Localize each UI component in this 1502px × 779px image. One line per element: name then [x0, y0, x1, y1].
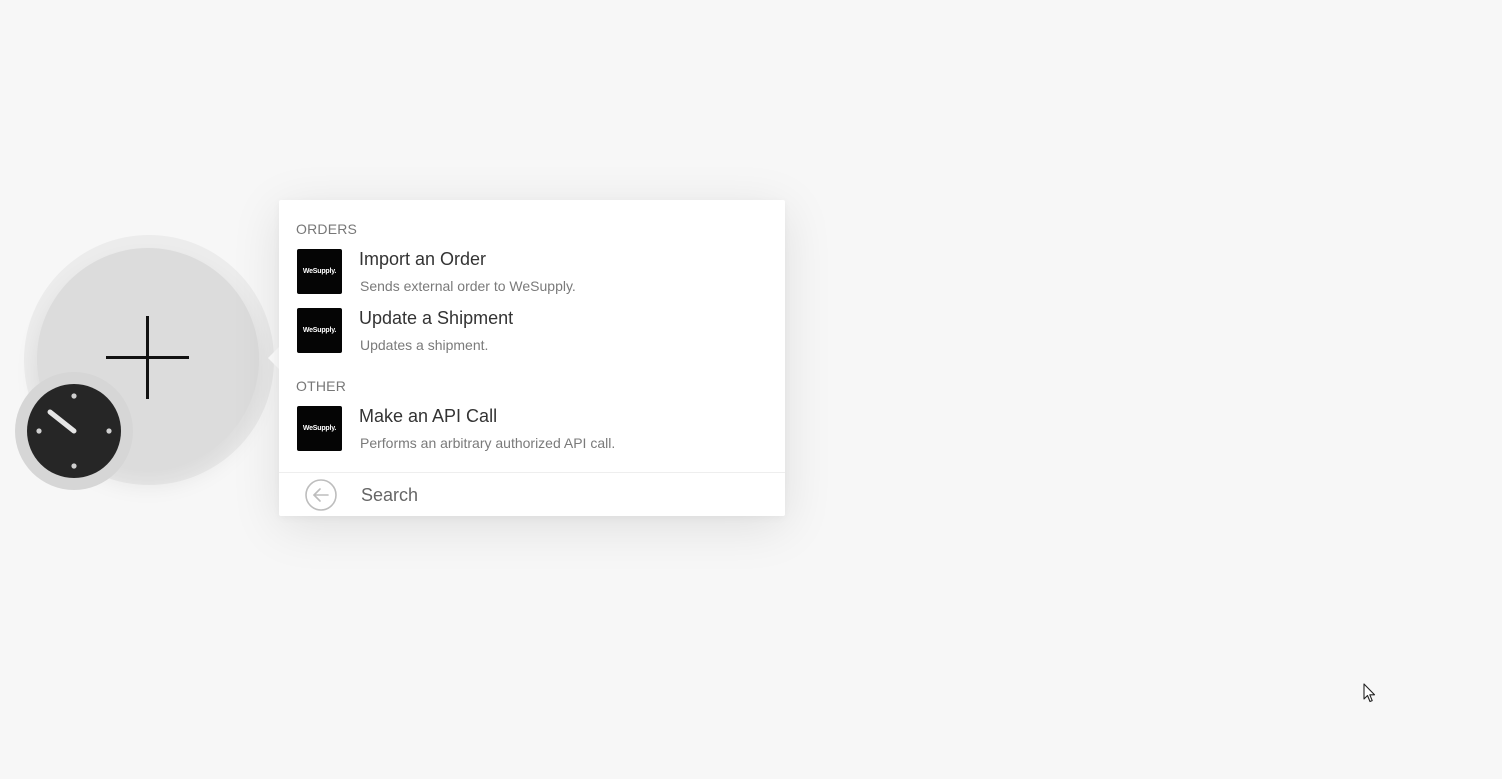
wesupply-logo: WeSupply. — [297, 308, 342, 353]
menu-pointer — [268, 347, 279, 369]
scenario-canvas[interactable]: ORDERS WeSupply. Import an Order Sends e… — [0, 0, 1502, 779]
wesupply-logo: WeSupply. — [297, 406, 342, 451]
wesupply-logo: WeSupply. — [297, 249, 342, 294]
menu-item-title: Update a Shipment — [359, 308, 514, 328]
menu-item-description: Updates a shipment. — [360, 337, 489, 353]
menu-search-bar — [279, 472, 785, 517]
menu-item-title: Import an Order — [359, 249, 487, 269]
arrow-left-circle-icon[interactable] — [305, 479, 337, 511]
mouse-pointer-icon — [1363, 683, 1376, 703]
section-header-other: OTHER — [296, 378, 346, 394]
wesupply-logo-text: WeSupply. — [302, 268, 337, 275]
menu-item-make-api-call[interactable]: WeSupply. Make an API Call Performs an a… — [279, 406, 785, 462]
module-action-menu: ORDERS WeSupply. Import an Order Sends e… — [279, 200, 785, 516]
menu-item-import-order[interactable]: WeSupply. Import an Order Sends external… — [279, 249, 785, 305]
section-header-orders: ORDERS — [296, 221, 358, 237]
menu-item-update-shipment[interactable]: WeSupply. Update a Shipment Updates a sh… — [279, 308, 785, 364]
menu-item-title: Make an API Call — [359, 406, 498, 426]
menu-item-description: Sends external order to WeSupply. — [360, 278, 576, 294]
clock-icon[interactable] — [27, 384, 121, 478]
search-input[interactable] — [361, 481, 761, 509]
wesupply-logo-text: WeSupply. — [302, 425, 337, 432]
menu-item-description: Performs an arbitrary authorized API cal… — [360, 435, 616, 451]
wesupply-logo-text: WeSupply. — [302, 327, 337, 334]
